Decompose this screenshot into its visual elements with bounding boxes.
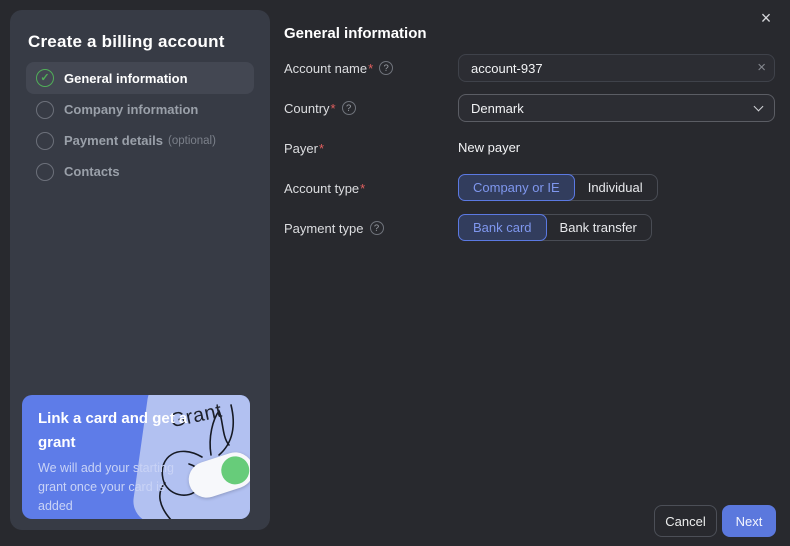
country-select[interactable]: Denmark [458, 94, 775, 122]
general-information-form: Account name * ? × Country * ? Denmark [284, 54, 775, 254]
account-name-row: Account name * ? × [284, 54, 775, 82]
step-optional-suffix: (optional) [168, 134, 216, 147]
step-label: Contacts [64, 164, 120, 179]
step-label: Payment details [64, 133, 163, 148]
step-circle-icon [36, 162, 54, 181]
check-icon: ✓ [40, 71, 50, 84]
required-marker: * [368, 60, 374, 76]
account-name-label: Account name * ? [284, 61, 458, 76]
step-payment-details[interactable]: Payment details (optional) [26, 125, 254, 156]
required-marker: * [360, 180, 366, 196]
step-contacts[interactable]: Contacts [26, 156, 254, 187]
payer-value: New payer [458, 140, 521, 155]
section-heading: General information [284, 25, 427, 42]
label-text: Payer [284, 140, 318, 156]
step-label: General information [64, 70, 188, 86]
segment-company-or-ie[interactable]: Company or IE [458, 174, 575, 201]
step-general-information[interactable]: ✓ General information [26, 62, 254, 94]
promo-text-block: Link a card and get a grant We will add … [38, 407, 194, 516]
segment-bank-transfer[interactable]: Bank transfer [546, 215, 651, 240]
payment-type-control: Bank card Bank transfer [458, 214, 775, 242]
required-marker: * [330, 100, 336, 116]
grant-promo-card[interactable]: Grant Link a card and get a grant We wil… [22, 395, 250, 519]
next-button[interactable]: Next [722, 505, 776, 537]
step-list: ✓ General information Company informatio… [26, 62, 254, 187]
step-company-information[interactable]: Company information [26, 94, 254, 125]
segment-individual[interactable]: Individual [574, 175, 657, 200]
payment-type-segmented: Bank card Bank transfer [458, 214, 652, 241]
step-circle-icon [36, 100, 54, 119]
account-name-control: × [458, 54, 775, 82]
account-name-input[interactable] [458, 54, 775, 82]
country-label: Country * ? [284, 101, 458, 116]
account-type-row: Account type * Company or IE Individual [284, 174, 775, 202]
help-icon[interactable]: ? [369, 221, 384, 235]
promo-body: We will add your starting grant once you… [38, 461, 174, 513]
close-icon[interactable]: × [755, 7, 777, 29]
payment-type-label: Payment type ? [284, 221, 458, 236]
cancel-button[interactable]: Cancel [654, 505, 717, 537]
label-text: Account name [284, 60, 368, 76]
clear-icon[interactable]: × [757, 59, 766, 77]
help-icon[interactable]: ? [379, 61, 394, 75]
payment-type-row: Payment type ? Bank card Bank transfer [284, 214, 775, 242]
label-text: Account type [284, 180, 360, 196]
label-text: Country [284, 100, 330, 116]
country-control: Denmark [458, 94, 775, 122]
segment-bank-card[interactable]: Bank card [458, 214, 547, 241]
step-done-icon: ✓ [36, 69, 54, 87]
country-row: Country * ? Denmark [284, 94, 775, 122]
dialog-title: Create a billing account [28, 32, 225, 51]
payer-row: Payer * New payer [284, 134, 775, 162]
account-type-control: Company or IE Individual [458, 174, 775, 202]
required-marker: * [318, 140, 325, 156]
promo-title: Link a card and get a grant [38, 410, 188, 451]
steps-sidebar: Create a billing account ✓ General infor… [10, 10, 270, 530]
payer-label: Payer * [284, 141, 458, 156]
toggle-knob [217, 452, 250, 489]
step-label: Company information [64, 102, 199, 117]
label-text: Payment type [284, 220, 364, 236]
help-icon[interactable]: ? [341, 101, 356, 115]
account-type-segmented: Company or IE Individual [458, 174, 658, 201]
account-type-label: Account type * [284, 181, 458, 196]
payer-control: New payer [458, 134, 775, 162]
step-circle-icon [36, 131, 54, 150]
create-billing-account-dialog: Create a billing account ✓ General infor… [0, 0, 790, 546]
